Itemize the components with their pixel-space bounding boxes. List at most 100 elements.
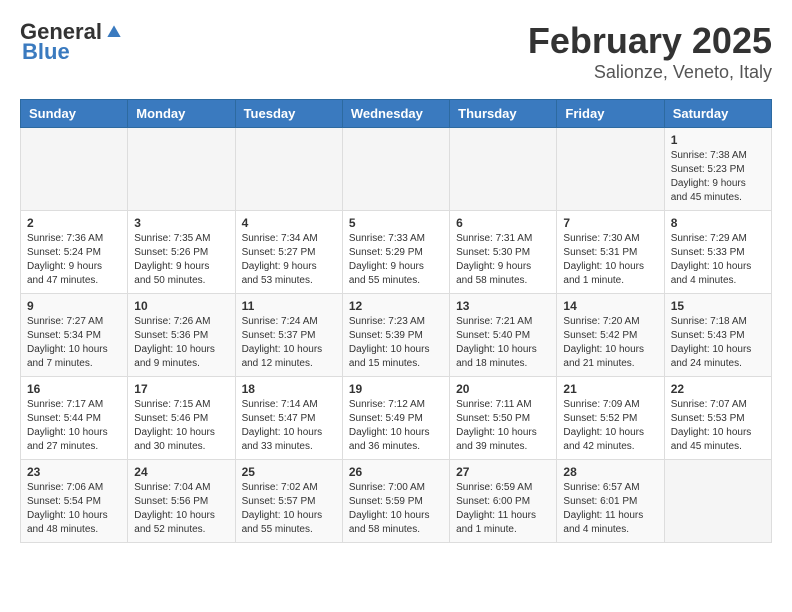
calendar-table: SundayMondayTuesdayWednesdayThursdayFrid…	[20, 99, 772, 543]
calendar-cell: 16Sunrise: 7:17 AM Sunset: 5:44 PM Dayli…	[21, 377, 128, 460]
calendar-cell	[557, 128, 664, 211]
calendar-cell	[450, 128, 557, 211]
calendar-cell: 4 Sunrise: 7:34 AM Sunset: 5:27 PM Daylig…	[235, 211, 342, 294]
column-header-sunday: Sunday	[21, 100, 128, 128]
day-number: 9	[27, 299, 121, 313]
day-number: 18	[242, 382, 336, 396]
day-number: 20	[456, 382, 550, 396]
day-info: Sunrise: 7:26 AM Sunset: 5:36 PM Dayligh…	[134, 315, 228, 371]
day-number: 4	[242, 216, 336, 230]
calendar-week-row: 23Sunrise: 7:06 AM Sunset: 5:54 PM Dayli…	[21, 460, 772, 543]
day-number: 7	[563, 216, 657, 230]
calendar-cell: 27 Sunrise: 6:59 AM Sunset: 6:00 PM Dayli…	[450, 460, 557, 543]
day-info: Sunrise: 7:21 AM Sunset: 5:40 PM Dayligh…	[456, 315, 550, 371]
calendar-cell: 5 Sunrise: 7:33 AM Sunset: 5:29 PM Daylig…	[342, 211, 449, 294]
day-number: 16	[27, 382, 121, 396]
calendar-cell: 6 Sunrise: 7:31 AM Sunset: 5:30 PM Daylig…	[450, 211, 557, 294]
day-number: 21	[563, 382, 657, 396]
column-header-saturday: Saturday	[664, 100, 771, 128]
day-info: Sunrise: 7:20 AM Sunset: 5:42 PM Dayligh…	[563, 315, 657, 371]
day-info: Sunrise: 7:36 AM Sunset: 5:24 PM Dayligh…	[27, 232, 121, 288]
calendar-cell	[128, 128, 235, 211]
day-info: Sunrise: 6:57 AM Sunset: 6:01 PM Dayligh…	[563, 481, 657, 537]
calendar-cell: 12 Sunrise: 7:23 AM Sunset: 5:39 PM Dayli…	[342, 294, 449, 377]
page-header: General Blue February 2025 Salionze, Ven…	[20, 20, 772, 83]
day-number: 25	[242, 465, 336, 479]
column-header-tuesday: Tuesday	[235, 100, 342, 128]
day-number: 2	[27, 216, 121, 230]
day-number: 13	[456, 299, 550, 313]
day-info: Sunrise: 7:04 AM Sunset: 5:56 PM Dayligh…	[134, 481, 228, 537]
day-number: 28	[563, 465, 657, 479]
day-number: 12	[349, 299, 443, 313]
month-title: February 2025	[528, 20, 772, 62]
day-info: Sunrise: 7:35 AM Sunset: 5:26 PM Dayligh…	[134, 232, 228, 288]
calendar-cell: 2 Sunrise: 7:36 AM Sunset: 5:24 PM Daylig…	[21, 211, 128, 294]
calendar-cell: 25 Sunrise: 7:02 AM Sunset: 5:57 PM Dayli…	[235, 460, 342, 543]
day-number: 19	[349, 382, 443, 396]
day-number: 10	[134, 299, 228, 313]
day-number: 11	[242, 299, 336, 313]
title-block: February 2025 Salionze, Veneto, Italy	[528, 20, 772, 83]
day-number: 15	[671, 299, 765, 313]
logo: General Blue	[20, 20, 124, 64]
calendar-cell: 19Sunrise: 7:12 AM Sunset: 5:49 PM Dayli…	[342, 377, 449, 460]
day-info: Sunrise: 7:29 AM Sunset: 5:33 PM Dayligh…	[671, 232, 765, 288]
calendar-cell: 17 Sunrise: 7:15 AM Sunset: 5:46 PM Dayli…	[128, 377, 235, 460]
calendar-cell	[235, 128, 342, 211]
calendar-cell: 15 Sunrise: 7:18 AM Sunset: 5:43 PM Dayli…	[664, 294, 771, 377]
logo-icon	[104, 22, 124, 42]
calendar-cell: 20 Sunrise: 7:11 AM Sunset: 5:50 PM Dayli…	[450, 377, 557, 460]
calendar-cell: 18 Sunrise: 7:14 AM Sunset: 5:47 PM Dayli…	[235, 377, 342, 460]
day-info: Sunrise: 7:09 AM Sunset: 5:52 PM Dayligh…	[563, 398, 657, 454]
calendar-cell: 9 Sunrise: 7:27 AM Sunset: 5:34 PM Daylig…	[21, 294, 128, 377]
calendar-week-row: 9 Sunrise: 7:27 AM Sunset: 5:34 PM Daylig…	[21, 294, 772, 377]
day-info: Sunrise: 7:27 AM Sunset: 5:34 PM Dayligh…	[27, 315, 121, 371]
day-number: 24	[134, 465, 228, 479]
calendar-cell: 13 Sunrise: 7:21 AM Sunset: 5:40 PM Dayli…	[450, 294, 557, 377]
calendar-cell: 14 Sunrise: 7:20 AM Sunset: 5:42 PM Dayli…	[557, 294, 664, 377]
day-number: 1	[671, 133, 765, 147]
day-info: Sunrise: 7:24 AM Sunset: 5:37 PM Dayligh…	[242, 315, 336, 371]
day-number: 14	[563, 299, 657, 313]
day-info: Sunrise: 7:15 AM Sunset: 5:46 PM Dayligh…	[134, 398, 228, 454]
column-header-wednesday: Wednesday	[342, 100, 449, 128]
column-header-monday: Monday	[128, 100, 235, 128]
calendar-cell: 8 Sunrise: 7:29 AM Sunset: 5:33 PM Daylig…	[664, 211, 771, 294]
day-number: 6	[456, 216, 550, 230]
day-info: Sunrise: 7:00 AM Sunset: 5:59 PM Dayligh…	[349, 481, 443, 537]
day-number: 3	[134, 216, 228, 230]
calendar-week-row: 2 Sunrise: 7:36 AM Sunset: 5:24 PM Daylig…	[21, 211, 772, 294]
day-info: Sunrise: 7:23 AM Sunset: 5:39 PM Dayligh…	[349, 315, 443, 371]
day-info: Sunrise: 7:18 AM Sunset: 5:43 PM Dayligh…	[671, 315, 765, 371]
calendar-cell: 7 Sunrise: 7:30 AM Sunset: 5:31 PM Daylig…	[557, 211, 664, 294]
calendar-cell: 11 Sunrise: 7:24 AM Sunset: 5:37 PM Dayli…	[235, 294, 342, 377]
day-info: Sunrise: 7:30 AM Sunset: 5:31 PM Dayligh…	[563, 232, 657, 288]
column-header-friday: Friday	[557, 100, 664, 128]
day-info: Sunrise: 7:14 AM Sunset: 5:47 PM Dayligh…	[242, 398, 336, 454]
day-info: Sunrise: 7:11 AM Sunset: 5:50 PM Dayligh…	[456, 398, 550, 454]
calendar-cell: 10 Sunrise: 7:26 AM Sunset: 5:36 PM Dayli…	[128, 294, 235, 377]
calendar-cell: 3 Sunrise: 7:35 AM Sunset: 5:26 PM Daylig…	[128, 211, 235, 294]
day-number: 8	[671, 216, 765, 230]
day-number: 17	[134, 382, 228, 396]
calendar-cell	[342, 128, 449, 211]
day-info: Sunrise: 6:59 AM Sunset: 6:00 PM Dayligh…	[456, 481, 550, 537]
calendar-cell: 1 Sunrise: 7:38 AM Sunset: 5:23 PM Daylig…	[664, 128, 771, 211]
calendar-week-row: 16Sunrise: 7:17 AM Sunset: 5:44 PM Dayli…	[21, 377, 772, 460]
calendar-cell: 28 Sunrise: 6:57 AM Sunset: 6:01 PM Dayli…	[557, 460, 664, 543]
day-number: 27	[456, 465, 550, 479]
calendar-cell: 26Sunrise: 7:00 AM Sunset: 5:59 PM Dayli…	[342, 460, 449, 543]
calendar-cell: 24 Sunrise: 7:04 AM Sunset: 5:56 PM Dayli…	[128, 460, 235, 543]
day-info: Sunrise: 7:33 AM Sunset: 5:29 PM Dayligh…	[349, 232, 443, 288]
day-info: Sunrise: 7:34 AM Sunset: 5:27 PM Dayligh…	[242, 232, 336, 288]
day-number: 5	[349, 216, 443, 230]
day-info: Sunrise: 7:31 AM Sunset: 5:30 PM Dayligh…	[456, 232, 550, 288]
calendar-week-row: 1 Sunrise: 7:38 AM Sunset: 5:23 PM Daylig…	[21, 128, 772, 211]
location-title: Salionze, Veneto, Italy	[528, 62, 772, 83]
calendar-cell: 22Sunrise: 7:07 AM Sunset: 5:53 PM Dayli…	[664, 377, 771, 460]
calendar-header-row: SundayMondayTuesdayWednesdayThursdayFrid…	[21, 100, 772, 128]
day-info: Sunrise: 7:02 AM Sunset: 5:57 PM Dayligh…	[242, 481, 336, 537]
day-info: Sunrise: 7:38 AM Sunset: 5:23 PM Dayligh…	[671, 149, 765, 205]
logo-blue-text: Blue	[22, 39, 70, 64]
